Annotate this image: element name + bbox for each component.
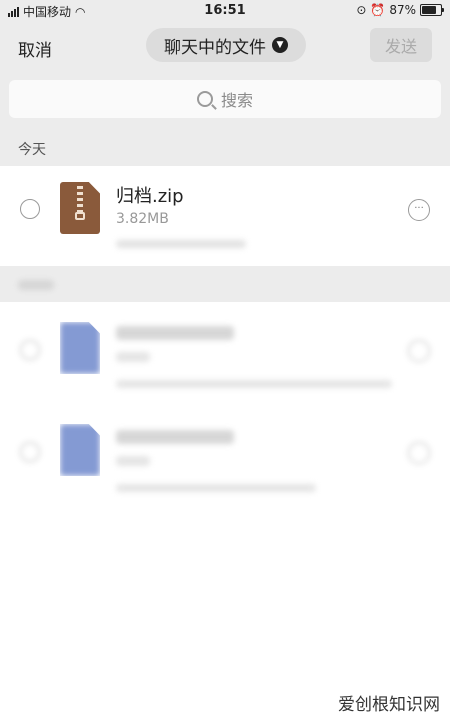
search-icon	[196, 91, 213, 107]
status-right: ⊙ ⏰ 87%	[356, 3, 444, 17]
select-radio[interactable]	[20, 199, 40, 219]
more-options-icon[interactable]	[408, 340, 430, 362]
chevron-down-icon: ▼	[272, 37, 288, 53]
file-size-blurred	[116, 456, 150, 466]
file-row[interactable]	[0, 302, 450, 406]
select-radio[interactable]	[20, 442, 40, 462]
document-icon	[60, 322, 100, 374]
file-name-blurred	[116, 326, 234, 340]
battery-fill	[422, 6, 436, 14]
search-placeholder: 搜索	[220, 91, 253, 110]
rotation-lock-icon: ⊙	[356, 3, 367, 17]
file-meta-blurred	[116, 240, 246, 248]
file-row[interactable]	[0, 406, 450, 510]
cancel-button[interactable]: 取消	[18, 36, 52, 61]
file-row[interactable]: 归档.zip 3.82MB ···	[0, 166, 450, 266]
section-header-blurred	[0, 266, 450, 302]
file-meta-blurred	[116, 484, 316, 492]
file-size-blurred	[116, 352, 150, 362]
zipper-pull	[75, 212, 85, 220]
battery-percent: 87%	[389, 3, 416, 17]
document-icon	[60, 424, 100, 476]
more-options-icon[interactable]: ···	[408, 199, 430, 221]
battery-icon	[420, 4, 444, 16]
status-bar: 中国移动 ◠ 16:51 ⊙ ⏰ 87%	[0, 0, 450, 24]
zipper-teeth	[77, 186, 83, 212]
file-size: 3.82MB	[116, 211, 169, 227]
nav-title: 聊天中的文件	[164, 37, 266, 58]
select-radio[interactable]	[20, 340, 40, 360]
section-label-blurred	[18, 280, 54, 290]
search-input[interactable]: 搜索	[9, 80, 441, 118]
watermark: 爱创根知识网	[338, 695, 440, 715]
search-area: 搜索	[0, 70, 450, 130]
nav-bar: 取消 聊天中的文件 ▼ 发送	[0, 24, 450, 70]
send-button[interactable]: 发送	[370, 28, 432, 62]
alarm-icon: ⏰	[370, 3, 386, 17]
more-options-icon[interactable]	[408, 442, 430, 464]
file-name: 归档.zip	[116, 186, 184, 207]
zip-icon	[60, 182, 100, 234]
file-source-dropdown[interactable]: 聊天中的文件 ▼	[146, 28, 306, 62]
section-label: 今天	[18, 142, 46, 158]
file-meta-blurred	[116, 380, 392, 388]
file-name-blurred	[116, 430, 234, 444]
section-header-today: 今天	[0, 130, 450, 166]
